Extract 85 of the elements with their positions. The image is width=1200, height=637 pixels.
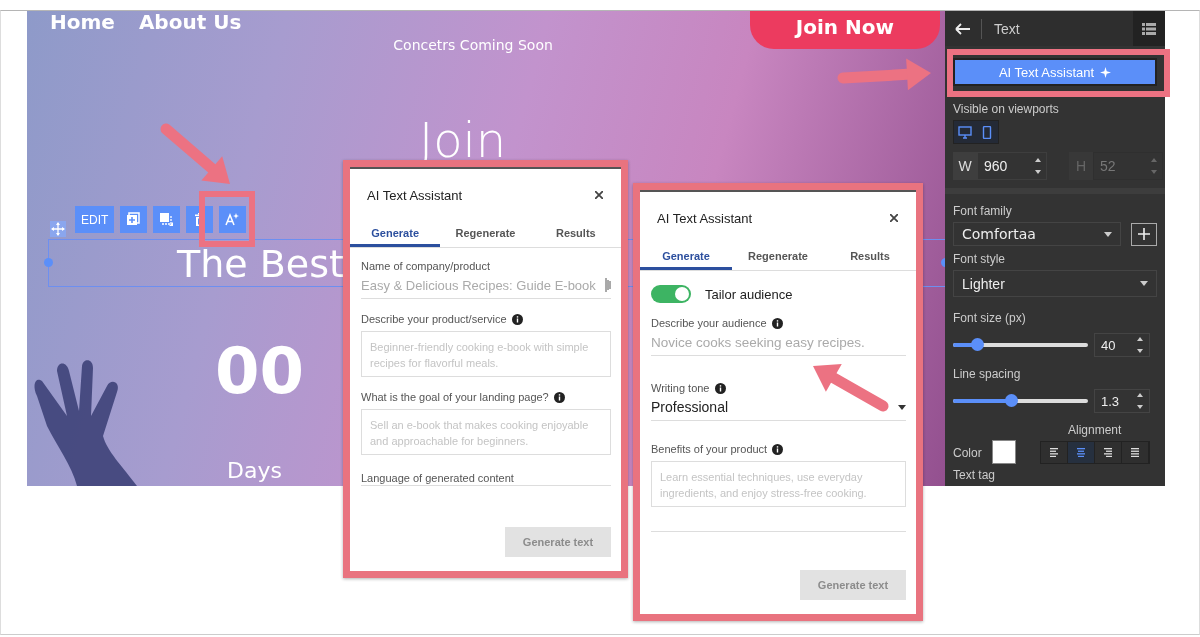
align-center-icon [1076,448,1085,457]
close-icon [595,191,603,199]
duplicate-icon [126,212,142,227]
alignment-button[interactable] [1040,442,1068,463]
align-left-icon [1049,448,1058,457]
close-button[interactable] [890,214,898,222]
sparkle-icon [1100,66,1112,78]
tagline: Concetrs Coming Soon [393,37,553,53]
tab[interactable]: Generate [350,221,441,247]
field-label: What is the goal of your landing page? [361,391,549,403]
field-label: Color [953,446,982,460]
caret-icon [898,404,906,410]
alignment-button[interactable] [1094,442,1122,463]
layers-icon [159,212,175,227]
layers-toggle[interactable] [1133,11,1165,46]
text-area[interactable]: Beginner-friendly cooking e-book with simple recipes for flavorful meals. [361,331,611,377]
stepper-icon [1035,157,1041,175]
field-label: Language of generated content [361,472,514,484]
list-icon [1142,22,1156,35]
field-label: Line spacing [953,367,1022,381]
font-style-select[interactable]: Lighter [953,270,1157,297]
field-label: Font size (px) [953,311,1027,325]
dialog-title: AI Text Assistant [367,187,463,203]
tab[interactable]: Regenerate [732,244,824,270]
align-right-icon [1103,448,1112,457]
viewport-toggle[interactable] [954,121,976,143]
caret-icon [1104,231,1112,237]
dialog-title: AI Text Assistant [657,210,753,226]
align-justify-icon [1130,448,1139,457]
join-button[interactable]: Join Now [749,11,940,49]
tab[interactable]: Regenerate [440,221,531,247]
stepper-icon [1151,157,1157,175]
annotation-arrow [160,123,230,184]
color-swatch[interactable] [991,440,1016,464]
field-label: W [953,152,977,180]
close-button[interactable] [595,191,603,199]
caret-icon [1140,281,1148,286]
move-handle-icon[interactable] [50,221,66,237]
add-font-button[interactable] [1131,222,1157,246]
toggle-switch[interactable] [651,285,691,303]
phone-icon [980,125,994,139]
duplicate-button[interactable] [120,206,148,233]
slider-thumb[interactable] [1005,394,1019,407]
field-label: Visible on viewports [953,102,1060,116]
stepper-icon [1137,336,1143,354]
back-arrow-icon[interactable] [955,22,971,35]
stepper-icon [1137,392,1143,410]
tab[interactable]: Results [530,221,621,247]
number-field[interactable]: 1.3 [1094,389,1150,413]
field-label: Describe your audience [651,317,767,329]
ai-assistant-button[interactable] [219,206,247,233]
text-area[interactable]: Learn essential techniques, use everyday ingredients, and enjoy stress-free cooking. [651,461,906,507]
toggle-label: Tailor audience [705,286,793,302]
plus-icon [1138,228,1150,240]
field-label: Font family [953,204,1013,218]
field-label: Text tag [953,468,997,482]
select-field[interactable]: Professional [651,394,906,421]
dimension-input[interactable]: 960 [977,152,1047,180]
close-icon [890,214,898,222]
tab[interactable]: Results [824,244,916,270]
hero-heading: Join [419,115,507,165]
field-label: Alignment [1068,423,1122,437]
field-label: Writing tone [651,382,710,394]
alignment-button[interactable] [1121,442,1149,463]
field-label: Name of company/product [361,260,490,272]
alignment-button[interactable] [1067,442,1095,463]
number-field[interactable]: 40 [1094,333,1150,357]
tab[interactable]: Generate [640,244,732,270]
panel-title: Text [994,20,1020,37]
slider-thumb[interactable] [971,338,985,351]
field-label: Font style [953,252,1007,266]
text-area[interactable]: Sell an e-book that makes cooking enjoyable and approachable for beginners. [361,409,611,455]
ai-text-icon [225,212,241,227]
viewport-toggle[interactable] [976,121,998,143]
headline-text: The Best [177,242,344,286]
field-label: Benefits of your product [651,443,768,455]
text-cursor-icon [605,278,611,292]
countdown-label: Days [227,457,282,484]
dimension-input: 52 [1093,152,1163,180]
field-label: Describe your product/service [361,313,507,325]
countdown-number: 00 [215,333,305,409]
arrange-button[interactable] [153,206,181,233]
highlight-frame [199,191,255,247]
desktop-icon [958,125,972,139]
font-family-select[interactable]: Comfortaa [953,222,1121,246]
